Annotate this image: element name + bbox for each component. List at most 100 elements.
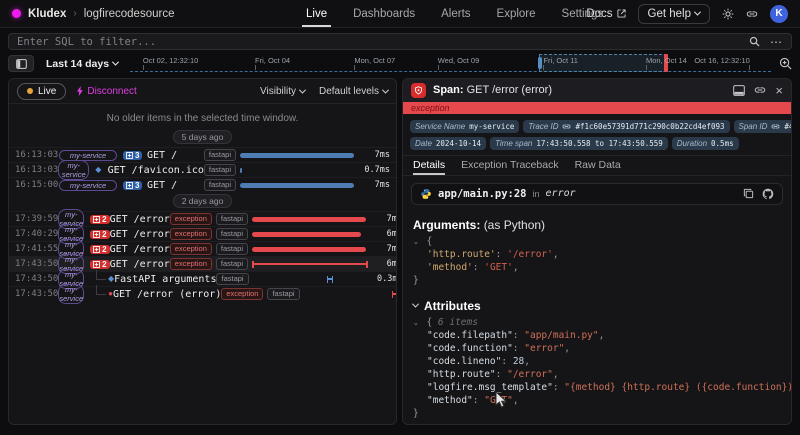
arguments-heading: Arguments: (as Python) bbox=[403, 212, 791, 234]
link-icon[interactable] bbox=[754, 84, 766, 96]
child-count-badge[interactable]: 2 bbox=[90, 260, 109, 269]
selection-left-handle[interactable] bbox=[538, 57, 542, 69]
child-count-badge[interactable]: 3 bbox=[123, 181, 142, 190]
theme-toggle-button[interactable] bbox=[722, 8, 734, 20]
meta-badge-time-span[interactable]: Time span 17:43:50.558 to 17:43:50.559 bbox=[490, 137, 668, 150]
meta-badge-trace-id[interactable]: Trace ID#f1c60e57391d771c290c0b22cd4ef09… bbox=[523, 120, 729, 133]
detail-tab-exception-traceback[interactable]: Exception Traceback bbox=[461, 156, 558, 175]
tab-explore[interactable]: Explore bbox=[497, 0, 536, 27]
attributes-heading[interactable]: Attributes bbox=[403, 291, 791, 315]
zoom-in-icon bbox=[779, 57, 792, 70]
duration-bar-track bbox=[240, 151, 356, 160]
share-link-button[interactable] bbox=[746, 8, 758, 20]
row-icon-cell: 2 bbox=[90, 215, 109, 224]
breadcrumb-project[interactable]: logfirecodesource bbox=[84, 8, 175, 20]
span-title: Span: GET /error (error) bbox=[433, 84, 552, 96]
row-title: GET /favicon.ico bbox=[108, 165, 204, 176]
dock-panel-icon[interactable] bbox=[733, 85, 745, 96]
visibility-dropdown[interactable]: Visibility bbox=[260, 86, 305, 97]
external-link-icon bbox=[617, 9, 626, 18]
copy-icon[interactable] bbox=[743, 188, 754, 199]
code-in-word: in bbox=[533, 189, 540, 199]
span-title-text: GET /error (error) bbox=[467, 84, 552, 96]
fold-icon[interactable]: ⌄ bbox=[414, 236, 419, 246]
code-file-path: app/main.py:28 bbox=[438, 188, 527, 200]
zoom-in-button[interactable] bbox=[779, 57, 792, 70]
meta-value: 17:43:50.558 to 17:43:50.559 bbox=[536, 139, 662, 148]
row-timestamp: 16:15:00 bbox=[15, 180, 59, 190]
meta-label: Time span bbox=[495, 139, 532, 148]
meta-value: #f1c60e57391d771c290c0b22cd4ef093 bbox=[575, 122, 724, 131]
trace-row[interactable]: 16:15:00my-service3GET /fastapi7ms bbox=[9, 177, 396, 192]
breadcrumb-separator-icon: › bbox=[73, 8, 76, 19]
tab-alerts[interactable]: Alerts bbox=[441, 0, 470, 27]
row-icon-cell: 2 bbox=[90, 230, 109, 239]
timeline-tick: Mon, Oct 07 bbox=[354, 56, 395, 65]
row-title: FastAPI arguments bbox=[114, 274, 216, 285]
duration-bar-track bbox=[252, 245, 368, 254]
tag-exception: exception bbox=[170, 258, 212, 270]
breadcrumb-org[interactable]: Kludex bbox=[28, 8, 66, 20]
search-icon[interactable] bbox=[749, 36, 760, 47]
github-icon[interactable] bbox=[762, 188, 774, 200]
code-line: } bbox=[413, 274, 781, 287]
logfire-logo-icon bbox=[12, 9, 21, 18]
tab-settings[interactable]: Settings bbox=[562, 0, 604, 27]
meta-value: 0.5ms bbox=[711, 139, 734, 148]
sql-filter-input[interactable] bbox=[17, 36, 749, 48]
timeline[interactable]: Oct 02, 12:32:10Fri, Oct 04Mon, Oct 07We… bbox=[130, 55, 771, 72]
child-count-badge[interactable]: 2 bbox=[90, 245, 109, 254]
more-menu-button[interactable]: ⋯ bbox=[770, 35, 783, 49]
get-help-button[interactable]: Get help bbox=[638, 4, 710, 24]
tag-fastapi: fastapi bbox=[216, 243, 248, 255]
top-nav: Kludex › logfirecodesource Live Dashboard… bbox=[0, 0, 800, 28]
detail-tab-details[interactable]: Details bbox=[413, 156, 445, 175]
trace-row[interactable]: 16:13:03my-service◆GET /favicon.icofasta… bbox=[9, 162, 396, 177]
code-line: ⌄ { bbox=[413, 235, 781, 248]
row-duration: 0.3ms bbox=[373, 274, 397, 284]
duration-bar-track bbox=[252, 215, 368, 224]
sidebar-toggle-button[interactable] bbox=[8, 55, 34, 72]
duration-bar bbox=[327, 276, 333, 283]
live-toggle-button[interactable]: Live bbox=[17, 83, 66, 100]
user-avatar[interactable]: K bbox=[770, 5, 788, 23]
trace-row[interactable]: 17:43:50my-service●GET /error (error)exc… bbox=[9, 286, 396, 301]
default-levels-label: Default levels bbox=[319, 86, 379, 97]
link-icon bbox=[771, 122, 780, 131]
row-icon-cell: ● bbox=[90, 290, 113, 298]
code-line: 'method': 'GET', bbox=[413, 261, 781, 274]
meta-badge-span-id[interactable]: Span ID#416d30c0ccd46cd0 bbox=[734, 120, 793, 133]
code-line: "http.route": "/error", bbox=[413, 368, 781, 381]
child-count-badge[interactable]: 2 bbox=[90, 215, 109, 224]
child-count-badge[interactable]: 3 bbox=[123, 151, 142, 160]
meta-badge-service-name[interactable]: Service Namemy-service bbox=[410, 120, 519, 133]
row-icon-cell: ◆ bbox=[90, 275, 114, 283]
tab-dashboards[interactable]: Dashboards bbox=[353, 0, 415, 27]
code-location-card[interactable]: app/main.py:28 in error bbox=[411, 183, 783, 205]
default-levels-dropdown[interactable]: Default levels bbox=[319, 86, 388, 97]
row-icon-cell: 2 bbox=[90, 260, 109, 269]
expand-icon bbox=[93, 216, 100, 223]
row-icon-cell: 3 bbox=[123, 181, 147, 190]
code-line: } bbox=[413, 407, 781, 420]
close-icon[interactable]: × bbox=[775, 84, 783, 97]
time-range-selector[interactable]: Last 14 days bbox=[42, 58, 122, 70]
meta-value: 2024-10-14 bbox=[436, 139, 481, 148]
tag-fastapi: fastapi bbox=[204, 149, 236, 161]
disconnect-button[interactable]: Disconnect bbox=[76, 86, 136, 97]
meta-badge-date[interactable]: Date2024-10-14 bbox=[410, 137, 486, 150]
timeline-tick: Oct 16, 12:32:10 bbox=[694, 56, 749, 65]
meta-badge-duration[interactable]: Duration0.5ms bbox=[672, 137, 739, 150]
expand-icon bbox=[126, 182, 133, 189]
row-title: GET / bbox=[147, 180, 177, 191]
lightning-icon bbox=[76, 86, 84, 96]
fold-icon[interactable]: ⌄ bbox=[414, 317, 419, 327]
disconnect-label: Disconnect bbox=[87, 86, 136, 97]
tab-live[interactable]: Live bbox=[306, 0, 327, 27]
live-status-dot-icon bbox=[27, 88, 33, 94]
row-duration: 6ms bbox=[372, 259, 397, 269]
tree-connector bbox=[96, 285, 106, 295]
row-title: GET /error bbox=[110, 259, 170, 270]
child-count-badge[interactable]: 2 bbox=[90, 230, 109, 239]
detail-tab-raw-data[interactable]: Raw Data bbox=[575, 156, 621, 175]
